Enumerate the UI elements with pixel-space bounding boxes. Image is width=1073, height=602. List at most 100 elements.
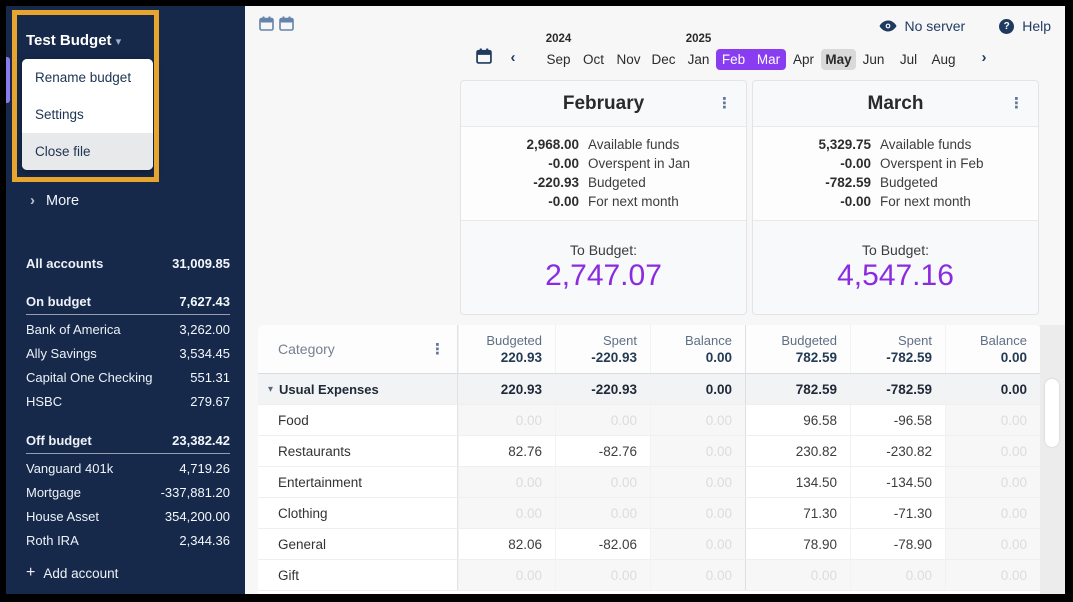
header-mar-budgeted[interactable]: Budgeted782.59 <box>745 325 850 373</box>
header-mar-spent[interactable]: Spent-782.59 <box>850 325 945 373</box>
cell-spent[interactable]: -220.93 <box>555 374 650 404</box>
cell-budgeted[interactable]: 96.58 <box>745 405 850 435</box>
help-button[interactable]: ? Help <box>999 18 1051 34</box>
cell-balance[interactable]: 0.00 <box>650 467 745 497</box>
summary-value: 2,968.00 <box>461 135 579 154</box>
category-name[interactable]: Gift <box>258 560 458 590</box>
scrollbar-thumb[interactable] <box>1045 379 1059 447</box>
next-month-button[interactable]: › <box>976 49 992 66</box>
month-oct[interactable]: Oct <box>576 49 611 70</box>
header-feb-spent[interactable]: Spent-220.93 <box>555 325 650 373</box>
calendar-icon[interactable] <box>259 16 274 31</box>
month-nov[interactable]: Nov <box>611 49 646 70</box>
menu-item-close-file[interactable]: Close file <box>22 133 153 170</box>
account-row-ally-savings[interactable]: Ally Savings 3,534.45 <box>6 341 245 365</box>
cell-balance[interactable]: 0.00 <box>945 529 1040 559</box>
cell-spent[interactable]: 0.00 <box>555 467 650 497</box>
cell-balance[interactable]: 0.00 <box>945 560 1040 590</box>
account-row-roth-ira[interactable]: Roth IRA 2,344.36 <box>6 528 245 552</box>
cell-spent[interactable]: -82.76 <box>555 436 650 466</box>
cell-budgeted[interactable]: 782.59 <box>745 374 850 404</box>
category-name[interactable]: Clothing <box>258 498 458 528</box>
cell-spent[interactable]: -78.90 <box>850 529 945 559</box>
cell-spent[interactable]: -71.30 <box>850 498 945 528</box>
cell-spent[interactable]: 0.00 <box>555 560 650 590</box>
scrollbar-track[interactable] <box>1040 325 1065 594</box>
cell-budgeted[interactable]: 0.00 <box>458 405 555 435</box>
sidebar-more-toggle[interactable]: › More <box>30 192 79 209</box>
cell-spent[interactable]: -782.59 <box>850 374 945 404</box>
cell-budgeted[interactable]: 0.00 <box>458 560 555 590</box>
to-budget-amount[interactable]: 2,747.07 <box>461 259 746 293</box>
cell-spent[interactable]: -230.82 <box>850 436 945 466</box>
cell-balance[interactable]: 0.00 <box>650 405 745 435</box>
to-budget-label: To Budget: <box>753 242 1038 258</box>
cell-spent[interactable]: 0.00 <box>555 405 650 435</box>
cell-budgeted[interactable]: 220.93 <box>458 374 555 404</box>
cell-budgeted[interactable]: 134.50 <box>745 467 850 497</box>
budget-name-button[interactable]: Test Budget▾ <box>26 32 121 49</box>
category-name[interactable]: Restaurants <box>258 436 458 466</box>
month-jun[interactable]: Jun <box>856 49 891 70</box>
header-mar-balance[interactable]: Balance0.00 <box>945 325 1040 373</box>
all-accounts-row[interactable]: All accounts 31,009.85 <box>6 250 245 276</box>
cell-balance[interactable]: 0.00 <box>945 405 1040 435</box>
month-aug[interactable]: Aug <box>926 49 961 70</box>
kebab-menu-icon[interactable]: ⋮ <box>430 342 445 357</box>
category-name[interactable]: General <box>258 529 458 559</box>
cell-balance[interactable]: 0.00 <box>650 374 745 404</box>
cell-balance[interactable]: 0.00 <box>650 436 745 466</box>
account-row-mortgage[interactable]: Mortgage -337,881.20 <box>6 480 245 504</box>
month-dec[interactable]: Dec <box>646 49 681 70</box>
cell-budgeted[interactable]: 0.00 <box>745 560 850 590</box>
month-feb-selected[interactable]: Feb <box>716 49 751 70</box>
cell-spent[interactable]: 0.00 <box>555 498 650 528</box>
calendar-icon[interactable] <box>476 48 492 64</box>
account-row-vanguard-401k[interactable]: Vanguard 401k 4,719.26 <box>6 456 245 480</box>
cell-budgeted[interactable]: 82.76 <box>458 436 555 466</box>
off-budget-row[interactable]: Off budget 23,382.42 <box>6 427 245 453</box>
add-account-button[interactable]: + Add account <box>26 564 118 582</box>
category-name[interactable]: Entertainment <box>258 467 458 497</box>
cell-budgeted[interactable]: 0.00 <box>458 498 555 528</box>
prev-month-button[interactable]: ‹ <box>505 49 521 66</box>
cell-spent[interactable]: -82.06 <box>555 529 650 559</box>
cell-balance[interactable]: 0.00 <box>650 498 745 528</box>
cell-budgeted[interactable]: 230.82 <box>745 436 850 466</box>
cell-budgeted[interactable]: 78.90 <box>745 529 850 559</box>
category-group-toggle[interactable]: ▾Usual Expenses <box>258 374 458 404</box>
account-row-house-asset[interactable]: House Asset 354,200.00 <box>6 504 245 528</box>
cell-balance[interactable]: 0.00 <box>945 467 1040 497</box>
menu-item-rename-budget[interactable]: Rename budget <box>22 59 153 96</box>
header-feb-balance[interactable]: Balance0.00 <box>650 325 745 373</box>
account-row-hsbc[interactable]: HSBC 279.67 <box>6 389 245 413</box>
header-feb-budgeted[interactable]: Budgeted220.93 <box>458 325 555 373</box>
cell-balance[interactable]: 0.00 <box>650 560 745 590</box>
cell-spent[interactable]: 0.00 <box>850 560 945 590</box>
menu-item-settings[interactable]: Settings <box>22 96 153 133</box>
calendar-icon[interactable] <box>279 16 294 31</box>
month-mar-selected[interactable]: Mar <box>751 49 786 70</box>
account-row-capital-one-checking[interactable]: Capital One Checking 551.31 <box>6 365 245 389</box>
account-row-bank-of-america[interactable]: Bank of America 3,262.00 <box>6 317 245 341</box>
month-apr[interactable]: Apr <box>786 49 821 70</box>
month-jul[interactable]: Jul <box>891 49 926 70</box>
month-may-current[interactable]: May <box>821 49 856 70</box>
month-jan[interactable]: Jan <box>681 49 716 70</box>
kebab-menu-icon[interactable]: ⋮ <box>1009 96 1024 111</box>
cell-budgeted[interactable]: 82.06 <box>458 529 555 559</box>
cell-spent[interactable]: -96.58 <box>850 405 945 435</box>
to-budget-amount[interactable]: 4,547.16 <box>753 259 1038 293</box>
category-name[interactable]: Food <box>258 405 458 435</box>
cell-budgeted[interactable]: 0.00 <box>458 467 555 497</box>
month-sep[interactable]: Sep <box>541 49 576 70</box>
cell-balance[interactable]: 0.00 <box>650 529 745 559</box>
kebab-menu-icon[interactable]: ⋮ <box>717 96 732 111</box>
server-status-button[interactable]: No server <box>879 18 966 34</box>
cell-spent[interactable]: -134.50 <box>850 467 945 497</box>
cell-balance[interactable]: 0.00 <box>945 436 1040 466</box>
cell-balance[interactable]: 0.00 <box>945 498 1040 528</box>
cell-balance[interactable]: 0.00 <box>945 374 1040 404</box>
on-budget-row[interactable]: On budget 7,627.43 <box>6 288 245 314</box>
cell-budgeted[interactable]: 71.30 <box>745 498 850 528</box>
